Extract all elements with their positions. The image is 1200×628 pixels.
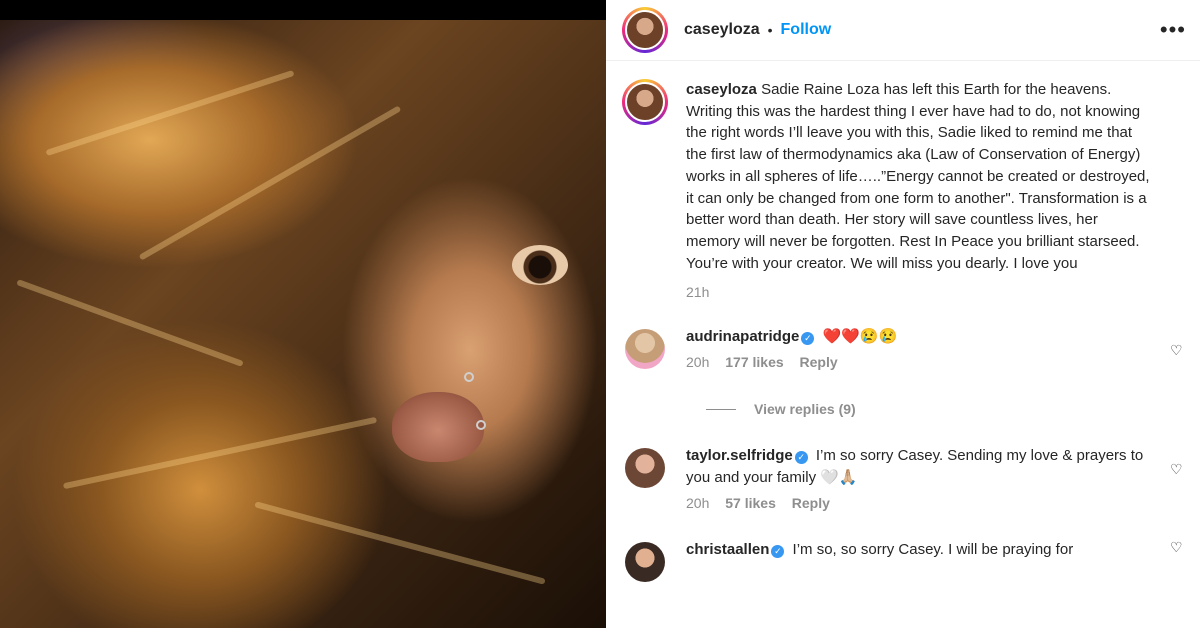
eye bbox=[512, 245, 568, 285]
caption-time[interactable]: 21h bbox=[686, 284, 709, 300]
comment: taylor.selfridge ✓ I’m so sorry Casey. Se… bbox=[622, 445, 1184, 514]
like-heart-icon[interactable]: ♡ bbox=[1170, 539, 1184, 555]
commenter-avatar[interactable] bbox=[625, 448, 665, 489]
like-heart-icon[interactable]: ♡ bbox=[1170, 342, 1184, 358]
comment-text: I’m so, so sorry Casey. I will be prayin… bbox=[792, 540, 1074, 558]
verified-badge-icon: ✓ bbox=[771, 544, 785, 558]
caption-text: Sadie Raine Loza has left this Earth for… bbox=[686, 81, 1150, 272]
view-replies[interactable]: View replies (9) bbox=[690, 401, 1184, 417]
nose-ring bbox=[464, 372, 474, 382]
view-replies-label[interactable]: View replies (9) bbox=[754, 401, 856, 417]
divider bbox=[706, 408, 736, 410]
reply-button[interactable]: Reply bbox=[800, 354, 838, 370]
comment-username[interactable]: christaallen bbox=[686, 541, 769, 558]
caption-username[interactable]: caseyloza bbox=[686, 81, 757, 98]
caption-avatar[interactable] bbox=[622, 79, 668, 125]
post-photo[interactable] bbox=[0, 0, 606, 628]
comment-likes[interactable]: 57 likes bbox=[725, 495, 776, 511]
lips bbox=[392, 392, 484, 462]
comment-username[interactable]: taylor.selfridge bbox=[686, 447, 793, 464]
comment-username[interactable]: audrinapatridge bbox=[686, 328, 799, 345]
comment-time[interactable]: 20h bbox=[686, 354, 709, 370]
comment: audrinapatridge ✓ ❤️❤️😢😢 20h 177 likes Re… bbox=[622, 326, 1184, 373]
comment-text: ❤️❤️😢😢 bbox=[822, 328, 898, 346]
author-avatar[interactable] bbox=[622, 7, 668, 53]
selfie-image bbox=[0, 20, 606, 628]
comment-time[interactable]: 20h bbox=[686, 495, 709, 511]
verified-badge-icon: ✓ bbox=[801, 332, 815, 346]
author-username[interactable]: caseyloza bbox=[684, 21, 760, 39]
verified-badge-icon: ✓ bbox=[794, 451, 808, 465]
comment: christaallen ✓ I’m so, so sorry Casey. I … bbox=[622, 539, 1184, 585]
commenter-avatar[interactable] bbox=[625, 329, 665, 370]
commenter-avatar[interactable] bbox=[625, 541, 665, 582]
follow-button[interactable]: Follow bbox=[781, 21, 832, 39]
comment-likes[interactable]: 177 likes bbox=[725, 354, 783, 370]
nose-ring bbox=[476, 420, 486, 430]
post-detail-panel: caseyloza • Follow ••• caseyloza Sadie R… bbox=[606, 0, 1200, 628]
like-heart-icon[interactable]: ♡ bbox=[1170, 461, 1184, 477]
post-header: caseyloza • Follow ••• bbox=[606, 0, 1200, 61]
comments-section: caseyloza Sadie Raine Loza has left this… bbox=[606, 61, 1200, 585]
caption: caseyloza Sadie Raine Loza has left this… bbox=[622, 79, 1184, 304]
separator-dot: • bbox=[767, 22, 773, 38]
reply-button[interactable]: Reply bbox=[792, 495, 830, 511]
more-horizontal-icon[interactable]: ••• bbox=[1160, 19, 1186, 41]
